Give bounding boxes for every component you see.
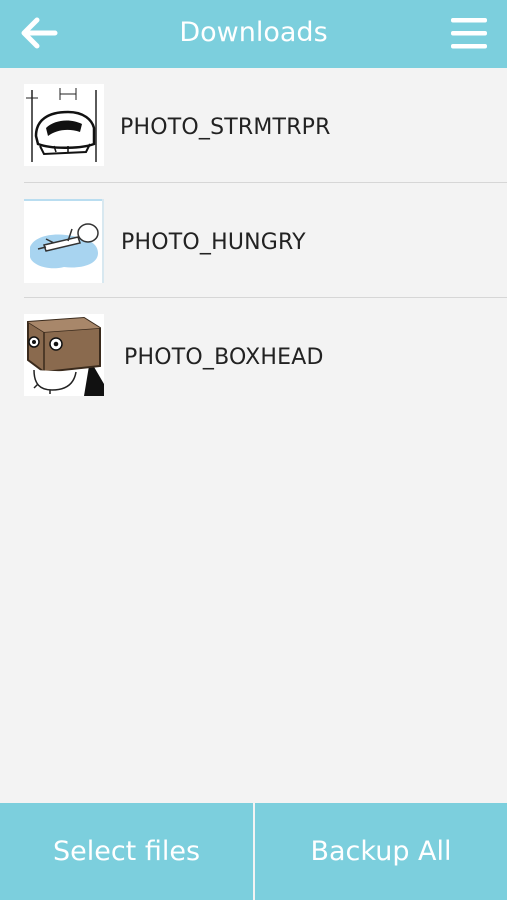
downloads-list: PHOTO_STRMTRPR PHOTO_HUNGRY PHOTO_BOXHEA… (0, 68, 507, 413)
list-item-label: PHOTO_HUNGRY (121, 230, 306, 255)
hamburger-menu-icon (451, 18, 487, 49)
page-title: Downloads (179, 17, 328, 48)
list-item-label: PHOTO_BOXHEAD (124, 345, 324, 370)
bottom-action-bar: Select files Backup All (0, 803, 507, 900)
backup-all-button[interactable]: Backup All (255, 803, 507, 900)
boxhead-figure-image (24, 314, 104, 396)
stormtrooper-helmet-image (24, 84, 104, 166)
select-files-button[interactable]: Select files (0, 803, 253, 900)
list-item-label: PHOTO_STRMTRPR (120, 115, 331, 140)
hungry-figure-image (24, 199, 104, 283)
menu-button[interactable] (445, 10, 493, 56)
list-item[interactable]: PHOTO_STRMTRPR (24, 68, 507, 183)
top-app-bar: Downloads (0, 0, 507, 68)
list-item[interactable]: PHOTO_BOXHEAD (24, 298, 507, 413)
list-item[interactable]: PHOTO_HUNGRY (24, 183, 507, 298)
